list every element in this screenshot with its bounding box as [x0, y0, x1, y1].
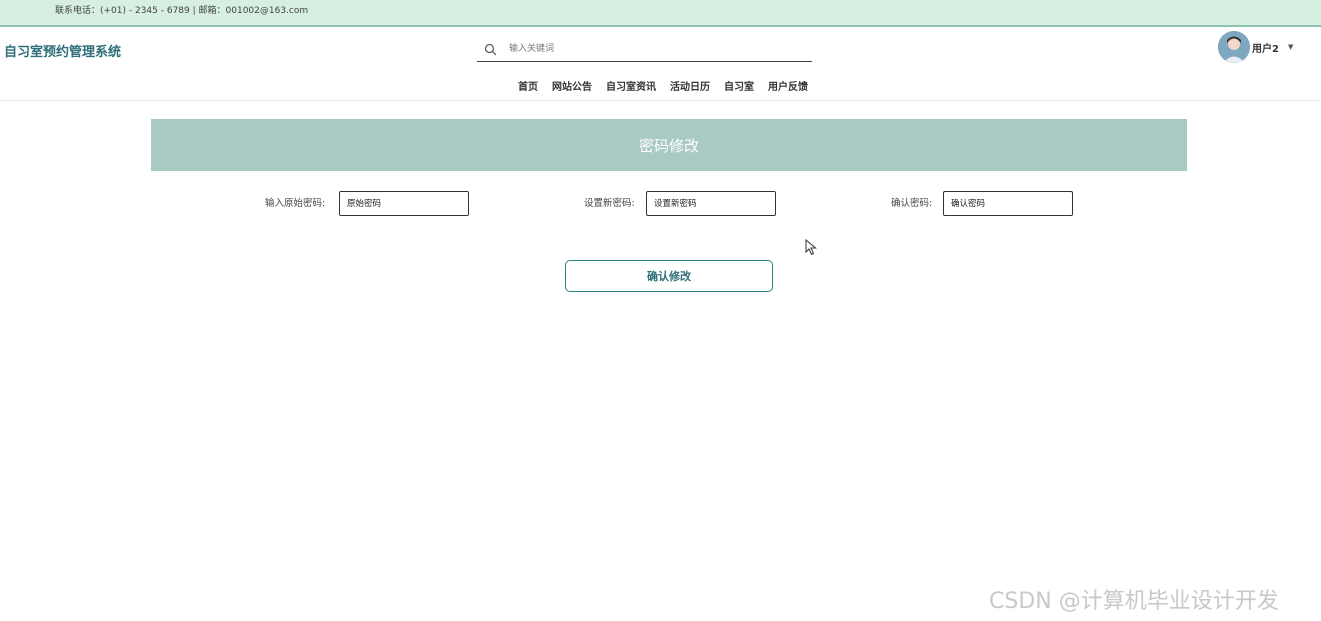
- page-title-banner: 密码修改: [151, 119, 1187, 171]
- new-password-input[interactable]: [646, 191, 776, 216]
- avatar[interactable]: [1218, 31, 1250, 63]
- confirm-password-input[interactable]: [943, 191, 1073, 216]
- nav-item-feedback[interactable]: 用户反馈: [768, 78, 808, 93]
- page-title: 密码修改: [638, 136, 699, 155]
- user-name[interactable]: 用户2: [1252, 40, 1279, 55]
- mouse-cursor-icon: [805, 238, 817, 260]
- nav-item-calendar[interactable]: 活动日历: [670, 78, 710, 93]
- search-bar: [477, 37, 812, 62]
- nav-item-news[interactable]: 自习室资讯: [606, 78, 656, 93]
- confirm-change-button[interactable]: 确认修改: [565, 260, 773, 292]
- contact-info: 联系电话：(+01) - 2345 - 6789 | 邮箱：001002@163…: [55, 6, 309, 16]
- nav-item-study-room[interactable]: 自习室: [724, 78, 754, 93]
- search-icon[interactable]: [484, 41, 497, 56]
- old-password-label: 输入原始密码:: [265, 198, 326, 209]
- search-input[interactable]: [509, 41, 799, 56]
- watermark: CSDN @计算机毕业设计开发: [989, 589, 1279, 614]
- confirm-password-label: 确认密码:: [891, 198, 933, 209]
- main-nav: 首页 网站公告 自习室资讯 活动日历 自习室 用户反馈: [518, 78, 808, 93]
- site-title[interactable]: 自习室预约管理系统: [4, 41, 121, 60]
- header: 自习室预约管理系统 首页 网站公告 自习室资讯 活动日历 自习室 用户反馈 用户…: [0, 27, 1321, 101]
- nav-item-home[interactable]: 首页: [518, 78, 538, 93]
- user-menu[interactable]: 用户2 ▼: [1218, 31, 1293, 63]
- contact-bar: 联系电话：(+01) - 2345 - 6789 | 邮箱：001002@163…: [0, 0, 1321, 27]
- old-password-input[interactable]: [339, 191, 469, 216]
- nav-item-announcements[interactable]: 网站公告: [552, 78, 592, 93]
- chevron-down-icon[interactable]: ▼: [1288, 43, 1293, 51]
- new-password-label: 设置新密码:: [584, 198, 635, 209]
